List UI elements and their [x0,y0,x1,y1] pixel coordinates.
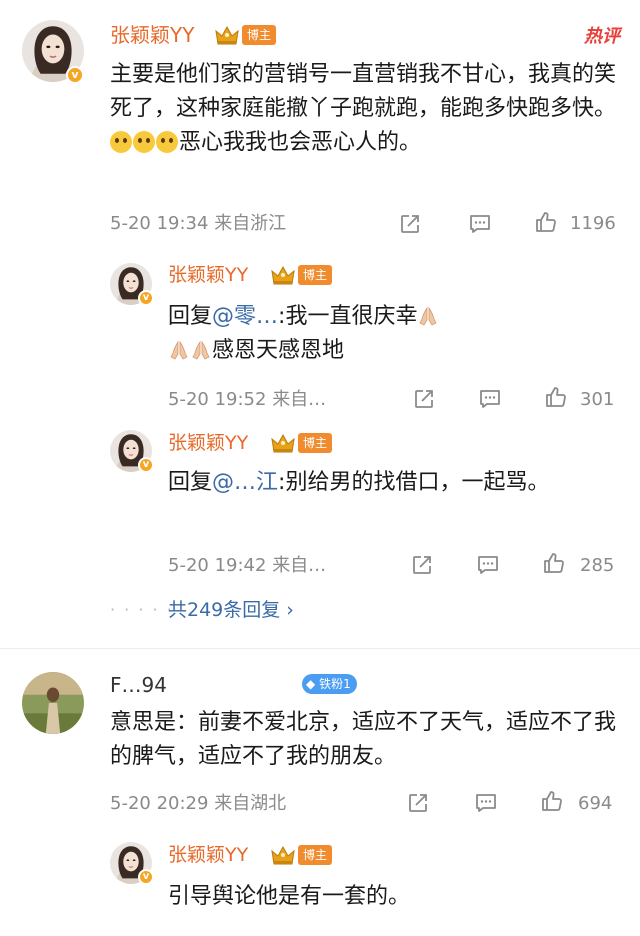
share-icon[interactable] [406,791,430,815]
comment-time: 5-20 20:29 来自湖北 [110,793,287,814]
praying-hands-icon [190,339,212,361]
comment-icon[interactable] [478,387,502,411]
comment-icon[interactable] [474,791,498,815]
share-icon[interactable] [398,212,422,236]
like-count: 301 [580,389,615,410]
diamond-icon: ◆ [306,677,316,691]
username[interactable]: 张颖颖YY [110,22,194,48]
hot-comment-badge: 热评 [583,26,623,47]
blogger-badge: 博主 [298,845,333,865]
reply-time: 5-20 19:42 来自… [168,555,327,576]
divider [0,648,640,649]
comment-text: 意思是：前妻不爱北京，适应不了天气，适应不了我的脾气，适应不了我的朋友。 [110,710,617,769]
thumbs-up-icon[interactable] [544,385,568,409]
like-count: 285 [580,555,615,576]
like-count: 1196 [570,213,616,234]
sad-emoji-icon [156,131,178,153]
avatar[interactable] [22,672,84,734]
reply-time: 5-20 19:52 来自… [168,389,327,410]
fan-badge: ◆ 铁粉1 [302,674,357,694]
comment-text: 主要是他们家的营销号一直营销我不甘心，我真的笑死了，这种家庭能撤丫子跑就跑，能跑… [110,62,617,155]
crown-icon [270,264,296,286]
praying-hands-icon [168,339,190,361]
more-replies-dots: · · · · · [110,600,174,619]
crown-icon [270,432,296,454]
reply-text: 引导舆论他是有一套的。 [168,884,411,909]
verified-v-icon: v [138,290,154,306]
thumbs-up-icon[interactable] [534,210,558,234]
blogger-badge: 博主 [298,433,333,453]
username[interactable]: 张颖颖YY [168,430,248,456]
blogger-badge: 博主 [298,265,333,285]
sad-emoji-icon [133,131,155,153]
thumbs-up-icon[interactable] [542,551,566,575]
share-icon[interactable] [410,553,434,577]
mention-link[interactable]: @零… [212,304,278,329]
like-count: 694 [578,793,613,814]
comment-time: 5-20 19:34 来自浙江 [110,213,287,234]
verified-v-icon: v [66,66,84,84]
crown-icon [270,844,296,866]
thumbs-up-icon[interactable] [540,789,564,813]
comment-icon[interactable] [476,553,500,577]
hot-label: 热评 [583,26,623,47]
verified-v-icon: v [138,457,154,473]
blogger-badge: 博主 [242,25,277,45]
crown-icon [214,24,240,46]
more-replies-link[interactable]: 共249条回复 › [168,598,294,622]
verified-v-icon: v [138,869,154,885]
sad-emoji-icon [110,131,132,153]
username[interactable]: F…94 [110,672,167,698]
mention-link[interactable]: @…江 [212,470,278,495]
reply-text: 回复@零…:我一直很庆幸 感恩天感恩地 [168,300,618,368]
username[interactable]: 张颖颖YY [168,262,248,288]
username[interactable]: 张颖颖YY [168,842,248,868]
comment-icon[interactable] [468,212,492,236]
share-icon[interactable] [412,387,436,411]
praying-hands-icon [417,305,439,327]
reply-text: 回复@…江:别给男的找借口，一起骂。 [168,470,550,495]
